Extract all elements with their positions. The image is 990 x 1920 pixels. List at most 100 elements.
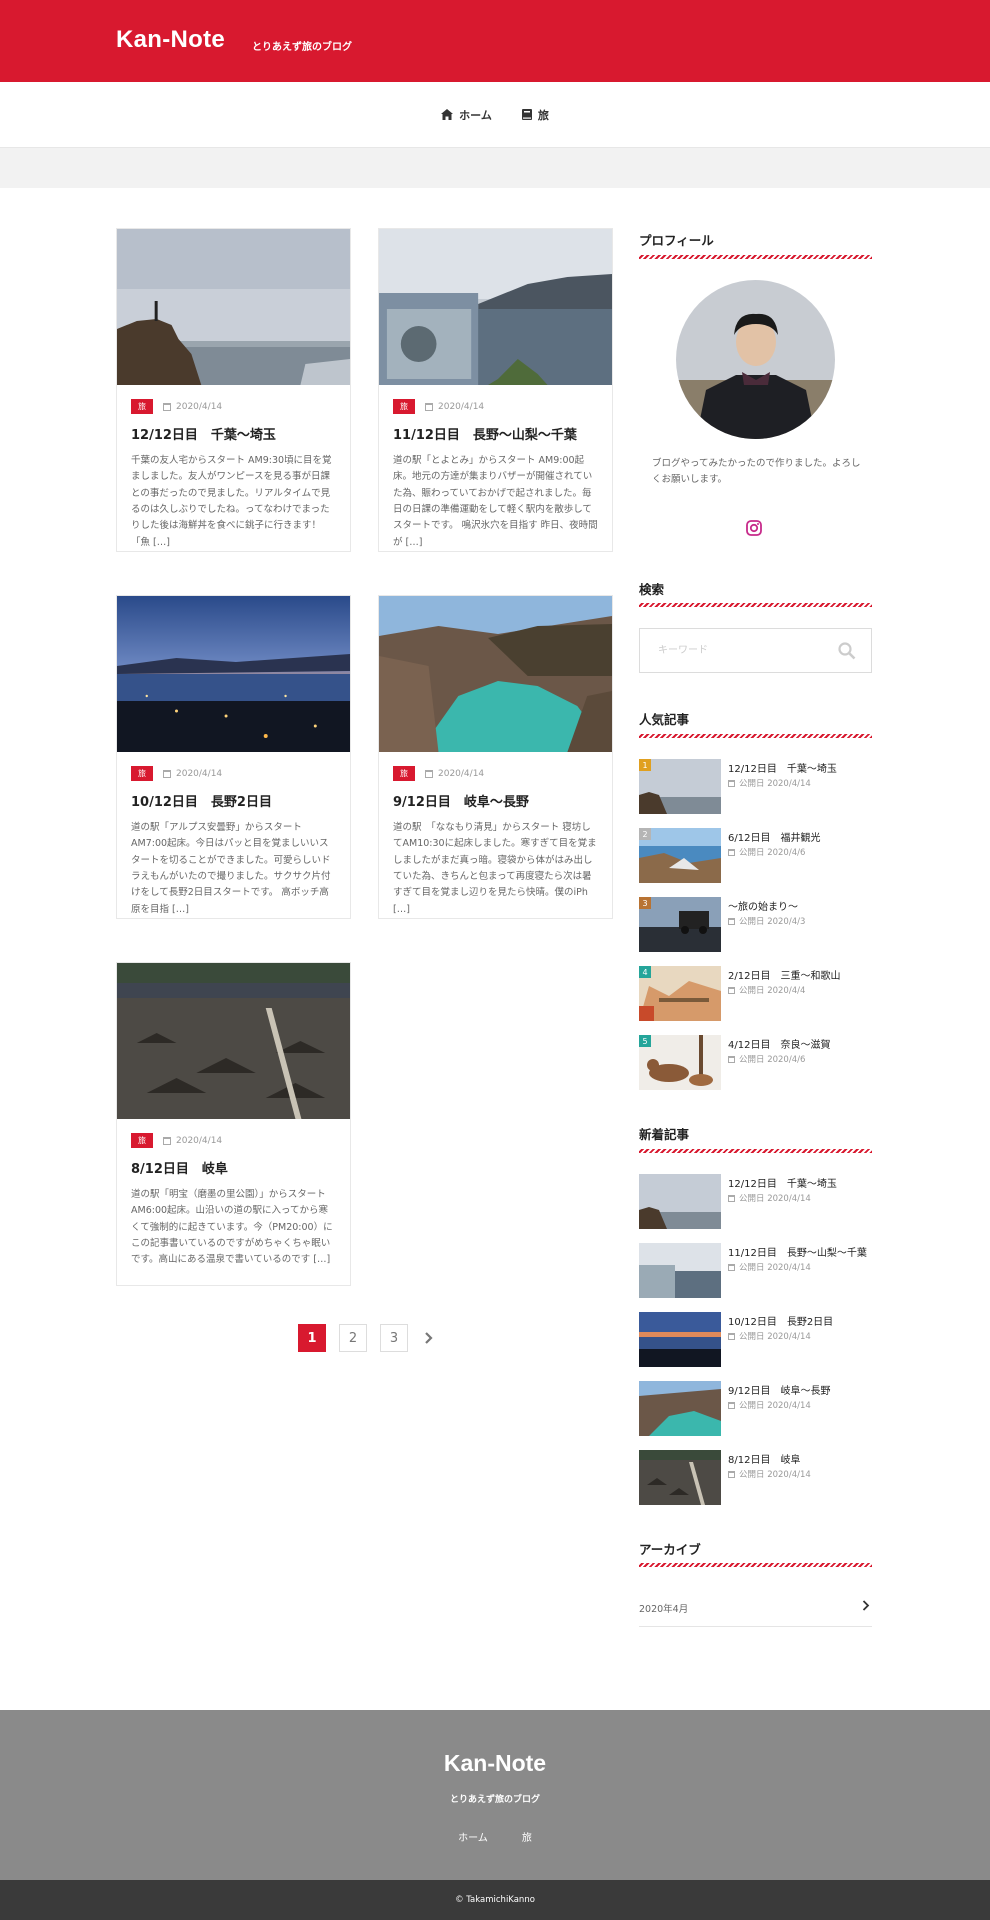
calendar-icon (163, 1136, 171, 1145)
post-card[interactable]: 旅 2020/4/14 10/12日目 長野2日目 道の駅「アルプス安曇野」から… (116, 595, 351, 919)
category-badge[interactable]: 旅 (131, 1133, 153, 1148)
popular-item[interactable]: 4 2/12日目 三重〜和歌山 公開日 2020/4/4 (639, 966, 872, 1022)
post-title[interactable]: 11/12日目 長野〜山梨〜千葉 (393, 424, 598, 443)
footer-logo[interactable]: Kan-Note (0, 1750, 990, 1777)
profile-heading: プロフィール (639, 233, 714, 248)
calendar-icon (728, 1055, 735, 1063)
post-thumbnail (379, 596, 612, 752)
page-link-2[interactable]: 2 (339, 1324, 367, 1352)
heading-divider (639, 603, 872, 607)
site-logo[interactable]: Kan-Note (116, 26, 225, 54)
heading-divider (639, 255, 872, 259)
archive-item[interactable]: 2020年4月 (639, 1592, 872, 1627)
site-tagline: とりあえず旅のブログ (252, 42, 352, 53)
post-card[interactable]: 旅 2020/4/14 11/12日目 長野〜山梨〜千葉 道の駅「とよとみ」から… (378, 228, 613, 552)
popular-heading: 人気記事 (639, 712, 690, 727)
post-title[interactable]: 9/12日目 岐阜〜長野 (393, 791, 598, 810)
post-thumbnail (117, 963, 350, 1119)
profile-description: ブログやってみたかったので作りました。よろしくお願いします。 (652, 458, 861, 486)
site-header: Kan-Note とりあえず旅のブログ (0, 0, 990, 82)
post-title[interactable]: 8/12日目 岐阜 (131, 1158, 336, 1177)
site-footer: Kan-Note とりあえず旅のブログ ホーム 旅 (0, 1710, 990, 1880)
post-title[interactable]: 10/12日目 長野2日目 (131, 791, 336, 810)
footer-tagline: とりあえず旅のブログ (449, 1795, 540, 1805)
popular-thumbnail (639, 966, 721, 1021)
post-card[interactable]: 旅 2020/4/14 12/12日目 千葉〜埼玉 千葉の友人宅からスタート A… (116, 228, 351, 552)
search-icon[interactable] (838, 642, 856, 660)
footer-nav-travel[interactable]: 旅 (522, 1829, 532, 1844)
next-page-button[interactable] (421, 1324, 435, 1352)
nav-label-home: ホーム (459, 108, 492, 122)
rank-badge: 1 (639, 759, 651, 771)
category-badge[interactable]: 旅 (393, 399, 415, 414)
recent-thumbnail (639, 1243, 721, 1298)
calendar-icon (728, 986, 735, 994)
post-card[interactable]: 旅 2020/4/14 8/12日目 岐阜 道の駅「明宝（磨墨の里公園）」からス… (116, 962, 351, 1286)
popular-item[interactable]: 1 12/12日目 千葉〜埼玉 公開日 2020/4/14 (639, 759, 872, 815)
recent-thumbnail (639, 1174, 721, 1229)
popular-date: 公開日 2020/4/14 (739, 779, 811, 789)
calendar-icon (163, 402, 171, 411)
instagram-link[interactable] (745, 519, 765, 539)
chevron-right-icon (862, 1600, 870, 1611)
popular-title: 2/12日目 三重〜和歌山 (728, 971, 841, 982)
post-excerpt: 道の駅「明宝（磨墨の里公園）」からスタート AM6:00起床。山沿いの道の駅に入… (131, 1189, 333, 1266)
post-card[interactable]: 旅 2020/4/14 9/12日目 岐阜〜長野 道の駅 「ななもり清見」からス… (378, 595, 613, 919)
recent-item[interactable]: 8/12日目 岐阜 公開日 2020/4/14 (639, 1450, 872, 1506)
search-input[interactable] (640, 629, 830, 672)
post-title[interactable]: 12/12日目 千葉〜埼玉 (131, 424, 336, 443)
calendar-icon (728, 1194, 735, 1202)
popular-title: 6/12日目 福井観光 (728, 833, 821, 844)
calendar-icon (728, 779, 735, 787)
calendar-icon (728, 848, 735, 856)
recent-date: 公開日 2020/4/14 (739, 1470, 811, 1480)
heading-divider (639, 1563, 872, 1567)
category-badge[interactable]: 旅 (131, 766, 153, 781)
post-thumbnail (117, 596, 350, 752)
popular-thumbnail (639, 828, 721, 883)
popular-title: 〜旅の始まり〜 (728, 902, 798, 913)
global-nav: ホーム 旅 (0, 82, 990, 148)
popular-date: 公開日 2020/4/3 (739, 917, 806, 927)
recent-item[interactable]: 9/12日目 岐阜〜長野 公開日 2020/4/14 (639, 1381, 872, 1437)
popular-thumbnail (639, 1035, 721, 1090)
footer-nav-home[interactable]: ホーム (458, 1829, 488, 1844)
popular-thumbnail (639, 897, 721, 952)
page-link-3[interactable]: 3 (380, 1324, 408, 1352)
popular-item[interactable]: 2 6/12日目 福井観光 公開日 2020/4/6 (639, 828, 872, 884)
recent-item[interactable]: 11/12日目 長野〜山梨〜千葉 公開日 2020/4/14 (639, 1243, 872, 1299)
recent-thumbnail (639, 1312, 721, 1367)
calendar-icon (425, 769, 433, 778)
instagram-icon (746, 520, 762, 536)
recent-title: 12/12日目 千葉〜埼玉 (728, 1179, 837, 1190)
post-date: 2020/4/14 (176, 768, 223, 779)
category-badge[interactable]: 旅 (393, 766, 415, 781)
recent-date: 公開日 2020/4/14 (739, 1194, 811, 1204)
nav-item-travel[interactable]: 旅 (521, 107, 549, 123)
post-date: 2020/4/14 (176, 401, 223, 412)
page-link-1[interactable]: 1 (298, 1324, 326, 1352)
category-badge[interactable]: 旅 (131, 399, 153, 414)
popular-title: 12/12日目 千葉〜埼玉 (728, 764, 837, 775)
recent-title: 10/12日目 長野2日目 (728, 1317, 834, 1328)
recent-item[interactable]: 12/12日目 千葉〜埼玉 公開日 2020/4/14 (639, 1174, 872, 1230)
popular-date: 公開日 2020/4/6 (739, 1055, 806, 1065)
post-excerpt: 千葉の友人宅からスタート AM9:30頃に目を覚ましました。友人がワンピースを見… (131, 455, 332, 548)
post-date: 2020/4/14 (438, 768, 485, 779)
post-excerpt: 道の駅「とよとみ」からスタート AM9:00起床。地元の方達が集まりバザーが開催… (393, 455, 598, 548)
popular-item[interactable]: 3 〜旅の始まり〜 公開日 2020/4/3 (639, 897, 872, 953)
book-icon (521, 109, 532, 120)
popular-date: 公開日 2020/4/6 (739, 848, 806, 858)
rank-badge: 2 (639, 828, 651, 840)
calendar-icon (728, 1401, 735, 1409)
search-heading: 検索 (639, 582, 665, 597)
calendar-icon (728, 1332, 735, 1340)
recent-item[interactable]: 10/12日目 長野2日目 公開日 2020/4/14 (639, 1312, 872, 1368)
popular-item[interactable]: 5 4/12日目 奈良〜滋賀 公開日 2020/4/6 (639, 1035, 872, 1091)
archive-heading: アーカイブ (639, 1542, 701, 1557)
post-thumbnail (117, 229, 350, 385)
nav-item-home[interactable]: ホーム (441, 107, 492, 123)
recent-title: 11/12日目 長野〜山梨〜千葉 (728, 1248, 867, 1259)
calendar-icon (728, 917, 735, 925)
rank-badge: 4 (639, 966, 651, 978)
